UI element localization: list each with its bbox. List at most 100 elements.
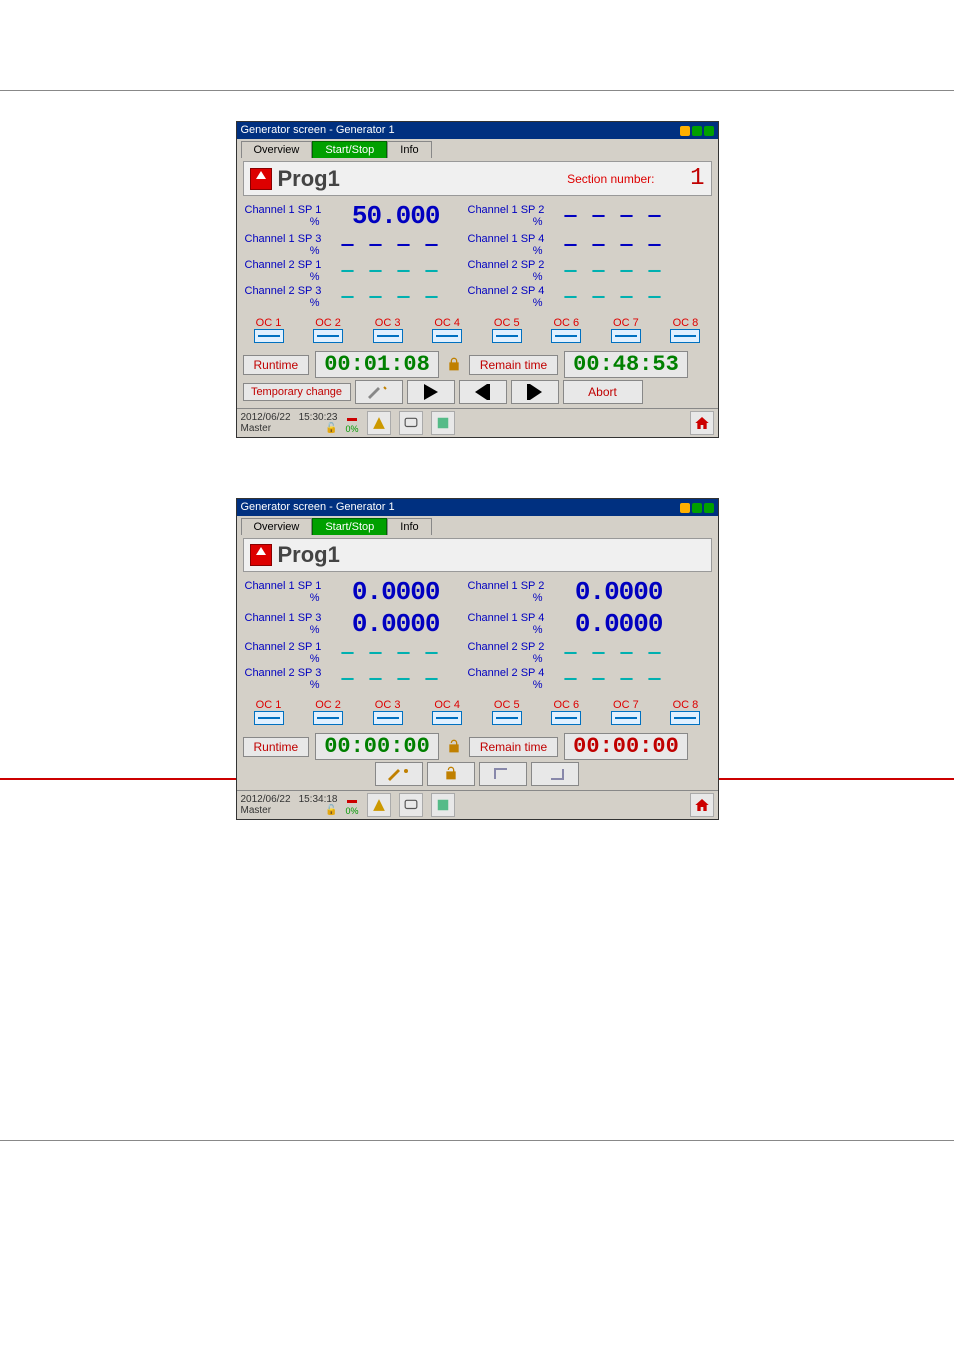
oc-state-icon xyxy=(373,711,403,725)
window-title: Generator screen - Generator 1 xyxy=(241,122,395,139)
oc-indicator[interactable]: OC 7 xyxy=(606,699,646,725)
abort-button[interactable]: Abort xyxy=(563,380,643,404)
oc-indicator[interactable]: OC 3 xyxy=(368,699,408,725)
edit-button[interactable] xyxy=(375,762,423,786)
channel-unit: % xyxy=(468,592,553,604)
status-time: 15:34:18 xyxy=(299,794,338,805)
step-forward-button[interactable] xyxy=(511,380,559,404)
play-button[interactable] xyxy=(407,380,455,404)
screen-icon[interactable] xyxy=(399,793,423,817)
oc-state-icon xyxy=(373,329,403,343)
oc-state-icon xyxy=(670,711,700,725)
channel-grid: Channel 1 SP 1%0.0000Channel 1 SP 2%0.00… xyxy=(237,575,718,695)
tab-start_stop[interactable]: Start/Stop xyxy=(312,518,387,535)
oc-state-icon xyxy=(254,711,284,725)
lock-closed-icon[interactable] xyxy=(445,356,463,374)
oc-state-icon xyxy=(492,711,522,725)
channel-unit: % xyxy=(245,297,330,309)
edit-button[interactable] xyxy=(355,380,403,404)
channel-label: Channel 2 SP 4 xyxy=(468,667,553,679)
status-bar: 2012/06/22Master15:30:23🔓▬0% xyxy=(237,408,718,437)
channel-unit: % xyxy=(245,679,330,691)
status-date: 2012/06/22 xyxy=(241,412,291,423)
status-user: Master xyxy=(241,805,291,816)
tab-overview[interactable]: Overview xyxy=(241,141,313,158)
channel-unit: % xyxy=(468,653,553,665)
runtime-label: Runtime xyxy=(243,737,310,757)
tab-bar: OverviewStart/StopInfo xyxy=(237,139,718,158)
window-title: Generator screen - Generator 1 xyxy=(241,499,395,516)
channel-value: — — — — xyxy=(330,260,446,283)
oc-indicator[interactable]: OC 6 xyxy=(546,699,586,725)
step-forward-icon xyxy=(527,384,542,400)
channel-label: Channel 1 SP 1 xyxy=(245,580,330,592)
oc-indicator[interactable]: OC 6 xyxy=(546,317,586,343)
oc-indicator[interactable]: OC 1 xyxy=(249,699,289,725)
lock-small-icon: 🔓 xyxy=(325,805,337,816)
alarm-icon[interactable] xyxy=(367,411,391,435)
channel-value: — — — — xyxy=(553,668,669,691)
oc-indicator[interactable]: OC 4 xyxy=(427,317,467,343)
generator-panel: Generator screen - Generator 1OverviewSt… xyxy=(236,498,719,820)
oc-indicator[interactable]: OC 8 xyxy=(665,699,705,725)
channel-label: Channel 1 SP 2 xyxy=(468,204,553,216)
status-led-2 xyxy=(692,503,702,513)
oc-state-icon xyxy=(313,711,343,725)
oc-label: OC 8 xyxy=(673,699,699,711)
corner-button-b[interactable] xyxy=(531,762,579,786)
channel-unit: % xyxy=(468,624,553,636)
settings-icon[interactable] xyxy=(431,411,455,435)
oc-indicator[interactable]: OC 1 xyxy=(249,317,289,343)
channel-value: 0.0000 xyxy=(330,609,446,639)
unlock-button[interactable] xyxy=(427,762,475,786)
runtime-value: 00:00:00 xyxy=(315,733,439,760)
settings-icon[interactable] xyxy=(431,793,455,817)
oc-label: OC 3 xyxy=(375,317,401,329)
oc-label: OC 7 xyxy=(613,317,639,329)
tab-overview[interactable]: Overview xyxy=(241,518,313,535)
home-button[interactable] xyxy=(690,411,714,435)
oc-state-icon xyxy=(432,711,462,725)
channel-label: Channel 2 SP 1 xyxy=(245,641,330,653)
channel-value: — — — — xyxy=(553,260,669,283)
tab-bar: OverviewStart/StopInfo xyxy=(237,516,718,535)
screen-icon[interactable] xyxy=(399,411,423,435)
channel-unit: % xyxy=(245,216,330,228)
oc-indicator[interactable]: OC 5 xyxy=(487,317,527,343)
temporary-change-label: Temporary change xyxy=(243,383,351,401)
oc-indicator[interactable]: OC 2 xyxy=(308,317,348,343)
program-running-icon xyxy=(250,168,272,190)
channel-label: Channel 1 SP 3 xyxy=(245,612,330,624)
oc-state-icon xyxy=(551,329,581,343)
oc-indicator[interactable]: OC 2 xyxy=(308,699,348,725)
oc-label: OC 2 xyxy=(315,699,341,711)
oc-indicator[interactable]: OC 3 xyxy=(368,317,408,343)
oc-indicator[interactable]: OC 7 xyxy=(606,317,646,343)
corner-button-a[interactable] xyxy=(479,762,527,786)
play-icon xyxy=(424,384,438,400)
oc-indicator[interactable]: OC 8 xyxy=(665,317,705,343)
window-titlebar: Generator screen - Generator 1 xyxy=(237,499,718,516)
tab-info[interactable]: Info xyxy=(387,141,431,158)
channel-value: 0.0000 xyxy=(330,577,446,607)
tab-info[interactable]: Info xyxy=(387,518,431,535)
remain-label: Remain time xyxy=(469,737,558,757)
oc-label: OC 2 xyxy=(315,317,341,329)
oc-label: OC 4 xyxy=(434,699,460,711)
status-user: Master xyxy=(241,423,291,434)
lock-open-icon[interactable] xyxy=(445,738,463,756)
keyboard-icon: ▬ xyxy=(347,795,357,806)
channel-label: Channel 1 SP 3 xyxy=(245,233,330,245)
step-back-button[interactable] xyxy=(459,380,507,404)
status-percent: 0% xyxy=(346,424,359,434)
home-button[interactable] xyxy=(690,793,714,817)
tab-start_stop[interactable]: Start/Stop xyxy=(312,141,387,158)
channel-label: Channel 2 SP 1 xyxy=(245,259,330,271)
channel-value: — — — — xyxy=(553,205,669,228)
oc-indicator[interactable]: OC 5 xyxy=(487,699,527,725)
oc-state-icon xyxy=(432,329,462,343)
alarm-icon[interactable] xyxy=(367,793,391,817)
channel-grid: Channel 1 SP 1%50.000Channel 1 SP 2%— — … xyxy=(237,199,718,313)
keyboard-icon: ▬ xyxy=(347,413,357,424)
oc-indicator[interactable]: OC 4 xyxy=(427,699,467,725)
